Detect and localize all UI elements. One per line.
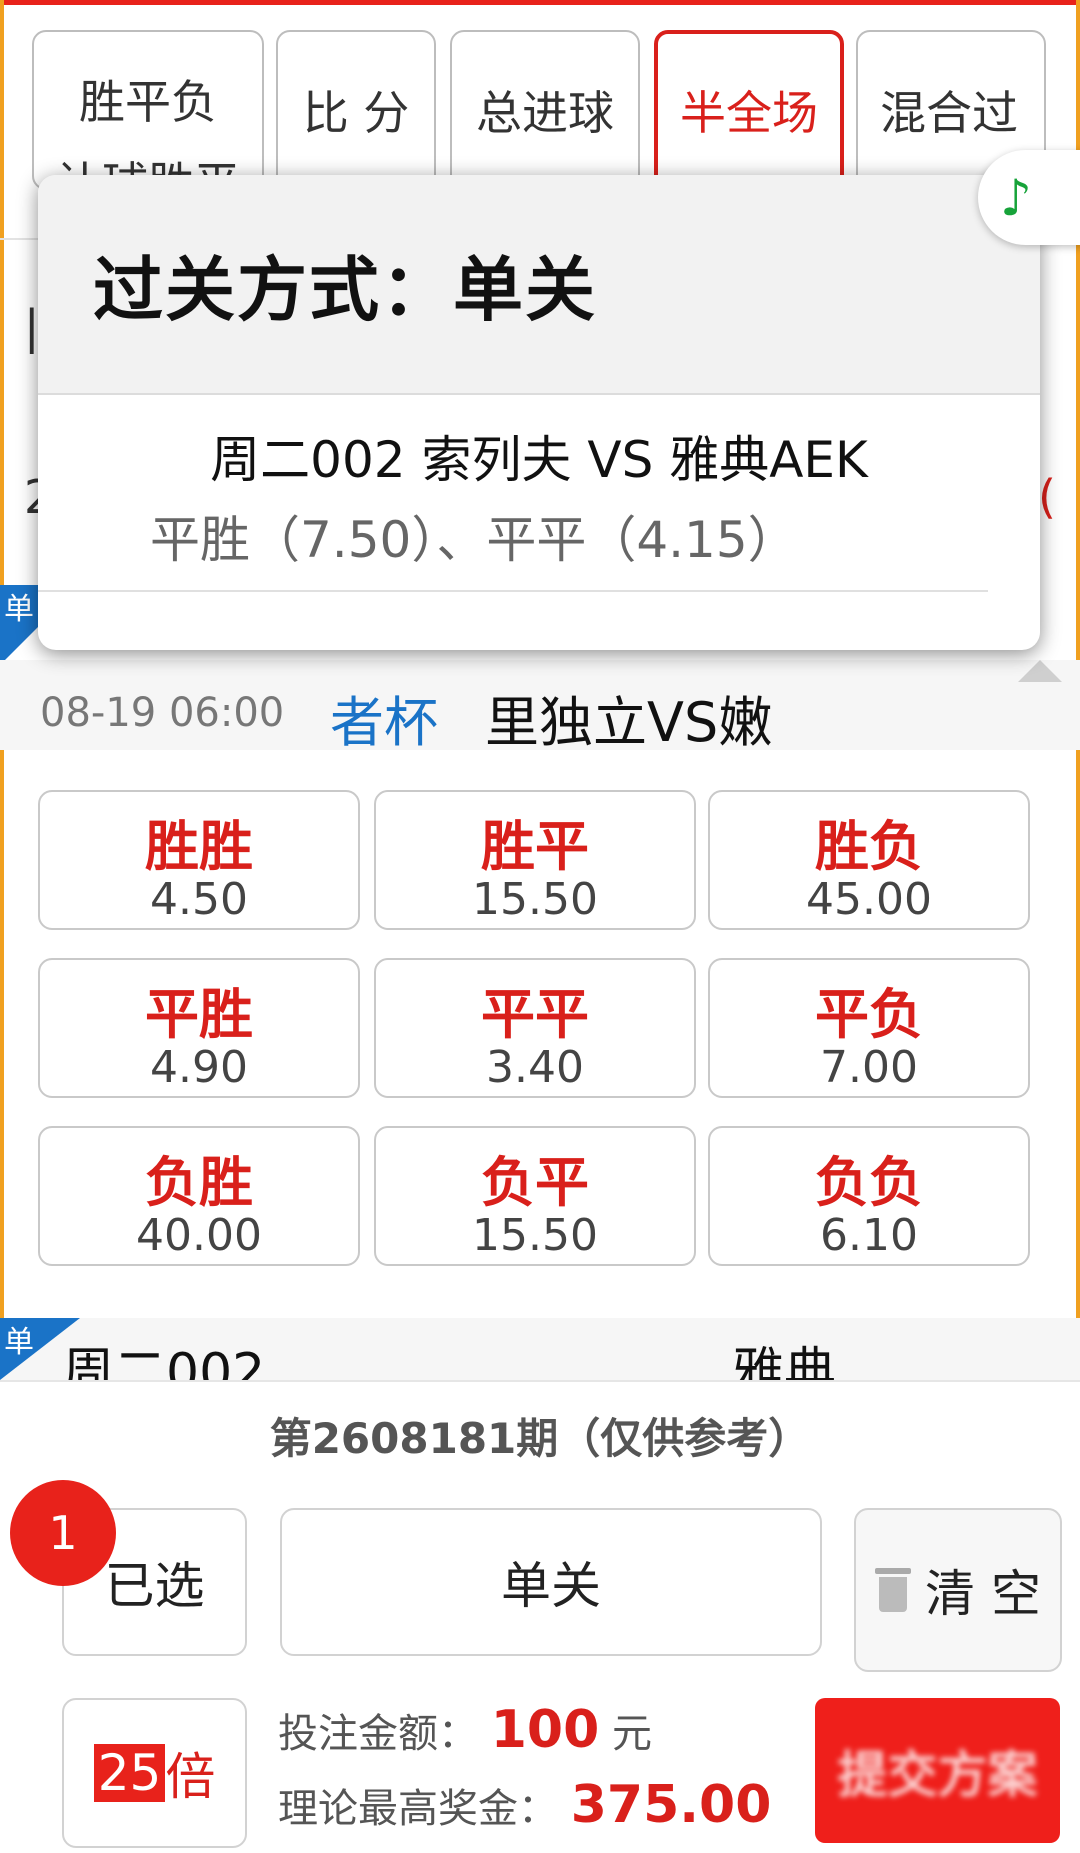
odd-option[interactable]: 负胜 40.00 bbox=[38, 1126, 360, 1266]
tab-label: 半全场 bbox=[680, 86, 818, 140]
tab-label: 混合过 bbox=[880, 86, 1018, 140]
max-prize-label: 理论最高奖金： bbox=[278, 1786, 558, 1832]
selected-label: 已选 bbox=[104, 1557, 205, 1615]
tab-label: 总进球 bbox=[476, 86, 614, 140]
odd-option[interactable]: 平负 7.00 bbox=[708, 958, 1030, 1098]
odd-name: 平平 bbox=[481, 983, 589, 1046]
tab-score[interactable]: 比 分 bbox=[276, 30, 436, 190]
multiplier-input[interactable]: 25 倍 bbox=[62, 1698, 247, 1848]
popup-divider bbox=[38, 590, 988, 592]
odd-option[interactable]: 负负 6.10 bbox=[708, 1126, 1030, 1266]
background-fragment: ( bbox=[1038, 470, 1056, 524]
music-note-icon: ♪ bbox=[1000, 168, 1032, 227]
max-prize-line: 理论最高奖金： 375.00 bbox=[278, 1775, 771, 1835]
match-league: 者杯 bbox=[330, 691, 438, 754]
single-badge-label: 单 bbox=[4, 1325, 34, 1360]
odd-value: 15.50 bbox=[472, 1210, 598, 1261]
odd-option[interactable]: 胜胜 4.50 bbox=[38, 790, 360, 930]
odd-name: 负负 bbox=[815, 1151, 923, 1214]
odd-option[interactable]: 胜平 15.50 bbox=[374, 790, 696, 930]
pass-mode-popup: 过关方式：单关 周二002 索列夫 VS 雅典AEK 平胜（7.50）、平平（4… bbox=[38, 175, 1040, 650]
selected-count-badge: 1 bbox=[10, 1480, 116, 1586]
odd-name: 胜平 bbox=[481, 815, 589, 878]
odd-value: 40.00 bbox=[136, 1210, 262, 1261]
odd-option[interactable]: 平胜 4.90 bbox=[38, 958, 360, 1098]
tab-label: 胜平负 bbox=[79, 75, 217, 129]
odd-name: 胜胜 bbox=[145, 815, 253, 878]
collapse-icon[interactable] bbox=[1018, 660, 1062, 682]
popup-picks: 平胜（7.50）、平平（4.15） bbox=[150, 511, 798, 569]
odd-value: 4.50 bbox=[150, 874, 248, 925]
pass-mode-label: 单关 bbox=[501, 1557, 601, 1615]
odd-option[interactable]: 负平 15.50 bbox=[374, 1126, 696, 1266]
odd-value: 3.40 bbox=[486, 1042, 584, 1093]
odd-name: 负平 bbox=[481, 1151, 589, 1214]
tab-label: 比 分 bbox=[302, 86, 410, 140]
multiplier-unit: 倍 bbox=[165, 1748, 216, 1806]
music-note-button[interactable]: ♪ bbox=[978, 150, 1080, 245]
clear-label: 清 空 bbox=[925, 1565, 1041, 1623]
odd-option[interactable]: 胜负 45.00 bbox=[708, 790, 1030, 930]
bet-amount-unit: 元 bbox=[611, 1711, 652, 1757]
odd-option[interactable]: 平平 3.40 bbox=[374, 958, 696, 1098]
odd-value: 15.50 bbox=[472, 874, 598, 925]
bet-amount-value: 100 bbox=[490, 1700, 600, 1760]
odd-value: 7.00 bbox=[820, 1042, 918, 1093]
odd-value: 4.90 bbox=[150, 1042, 248, 1093]
clear-button[interactable]: 清 空 bbox=[854, 1508, 1062, 1672]
single-badge-label: 单 bbox=[4, 592, 34, 627]
odd-value: 6.10 bbox=[820, 1210, 918, 1261]
max-prize-value: 375.00 bbox=[570, 1775, 772, 1835]
tab-half-full[interactable]: 半全场 bbox=[654, 30, 844, 190]
popup-title: 过关方式：单关 bbox=[38, 175, 1040, 395]
odd-name: 负胜 bbox=[145, 1151, 253, 1214]
odd-name: 平负 bbox=[815, 983, 923, 1046]
match-teams: 里独立VS嫩 bbox=[485, 691, 773, 754]
trash-icon bbox=[875, 1568, 912, 1612]
top-border bbox=[0, 0, 1080, 5]
bet-amount-line: 投注金额： 100 元 bbox=[278, 1700, 652, 1760]
pass-mode-selector[interactable]: 单关 bbox=[280, 1508, 822, 1656]
submit-label: 提交方案 bbox=[837, 1745, 1038, 1804]
submit-button[interactable]: 提交方案 bbox=[815, 1698, 1060, 1843]
match-time: 08-19 06:00 bbox=[40, 690, 285, 736]
multiplier-value: 25 bbox=[93, 1744, 166, 1802]
tab-total-goals[interactable]: 总进球 bbox=[450, 30, 640, 190]
odd-name: 胜负 bbox=[815, 815, 923, 878]
period-label: 第2608181期（仅供参考） bbox=[269, 1414, 811, 1463]
tab-win-draw-lose[interactable]: 胜平负 让球胜平 bbox=[32, 30, 264, 190]
odd-name: 平胜 bbox=[145, 983, 253, 1046]
odd-value: 45.00 bbox=[806, 874, 932, 925]
popup-match: 周二002 索列夫 VS 雅典AEK bbox=[210, 431, 868, 489]
bet-amount-label: 投注金额： bbox=[278, 1711, 478, 1757]
